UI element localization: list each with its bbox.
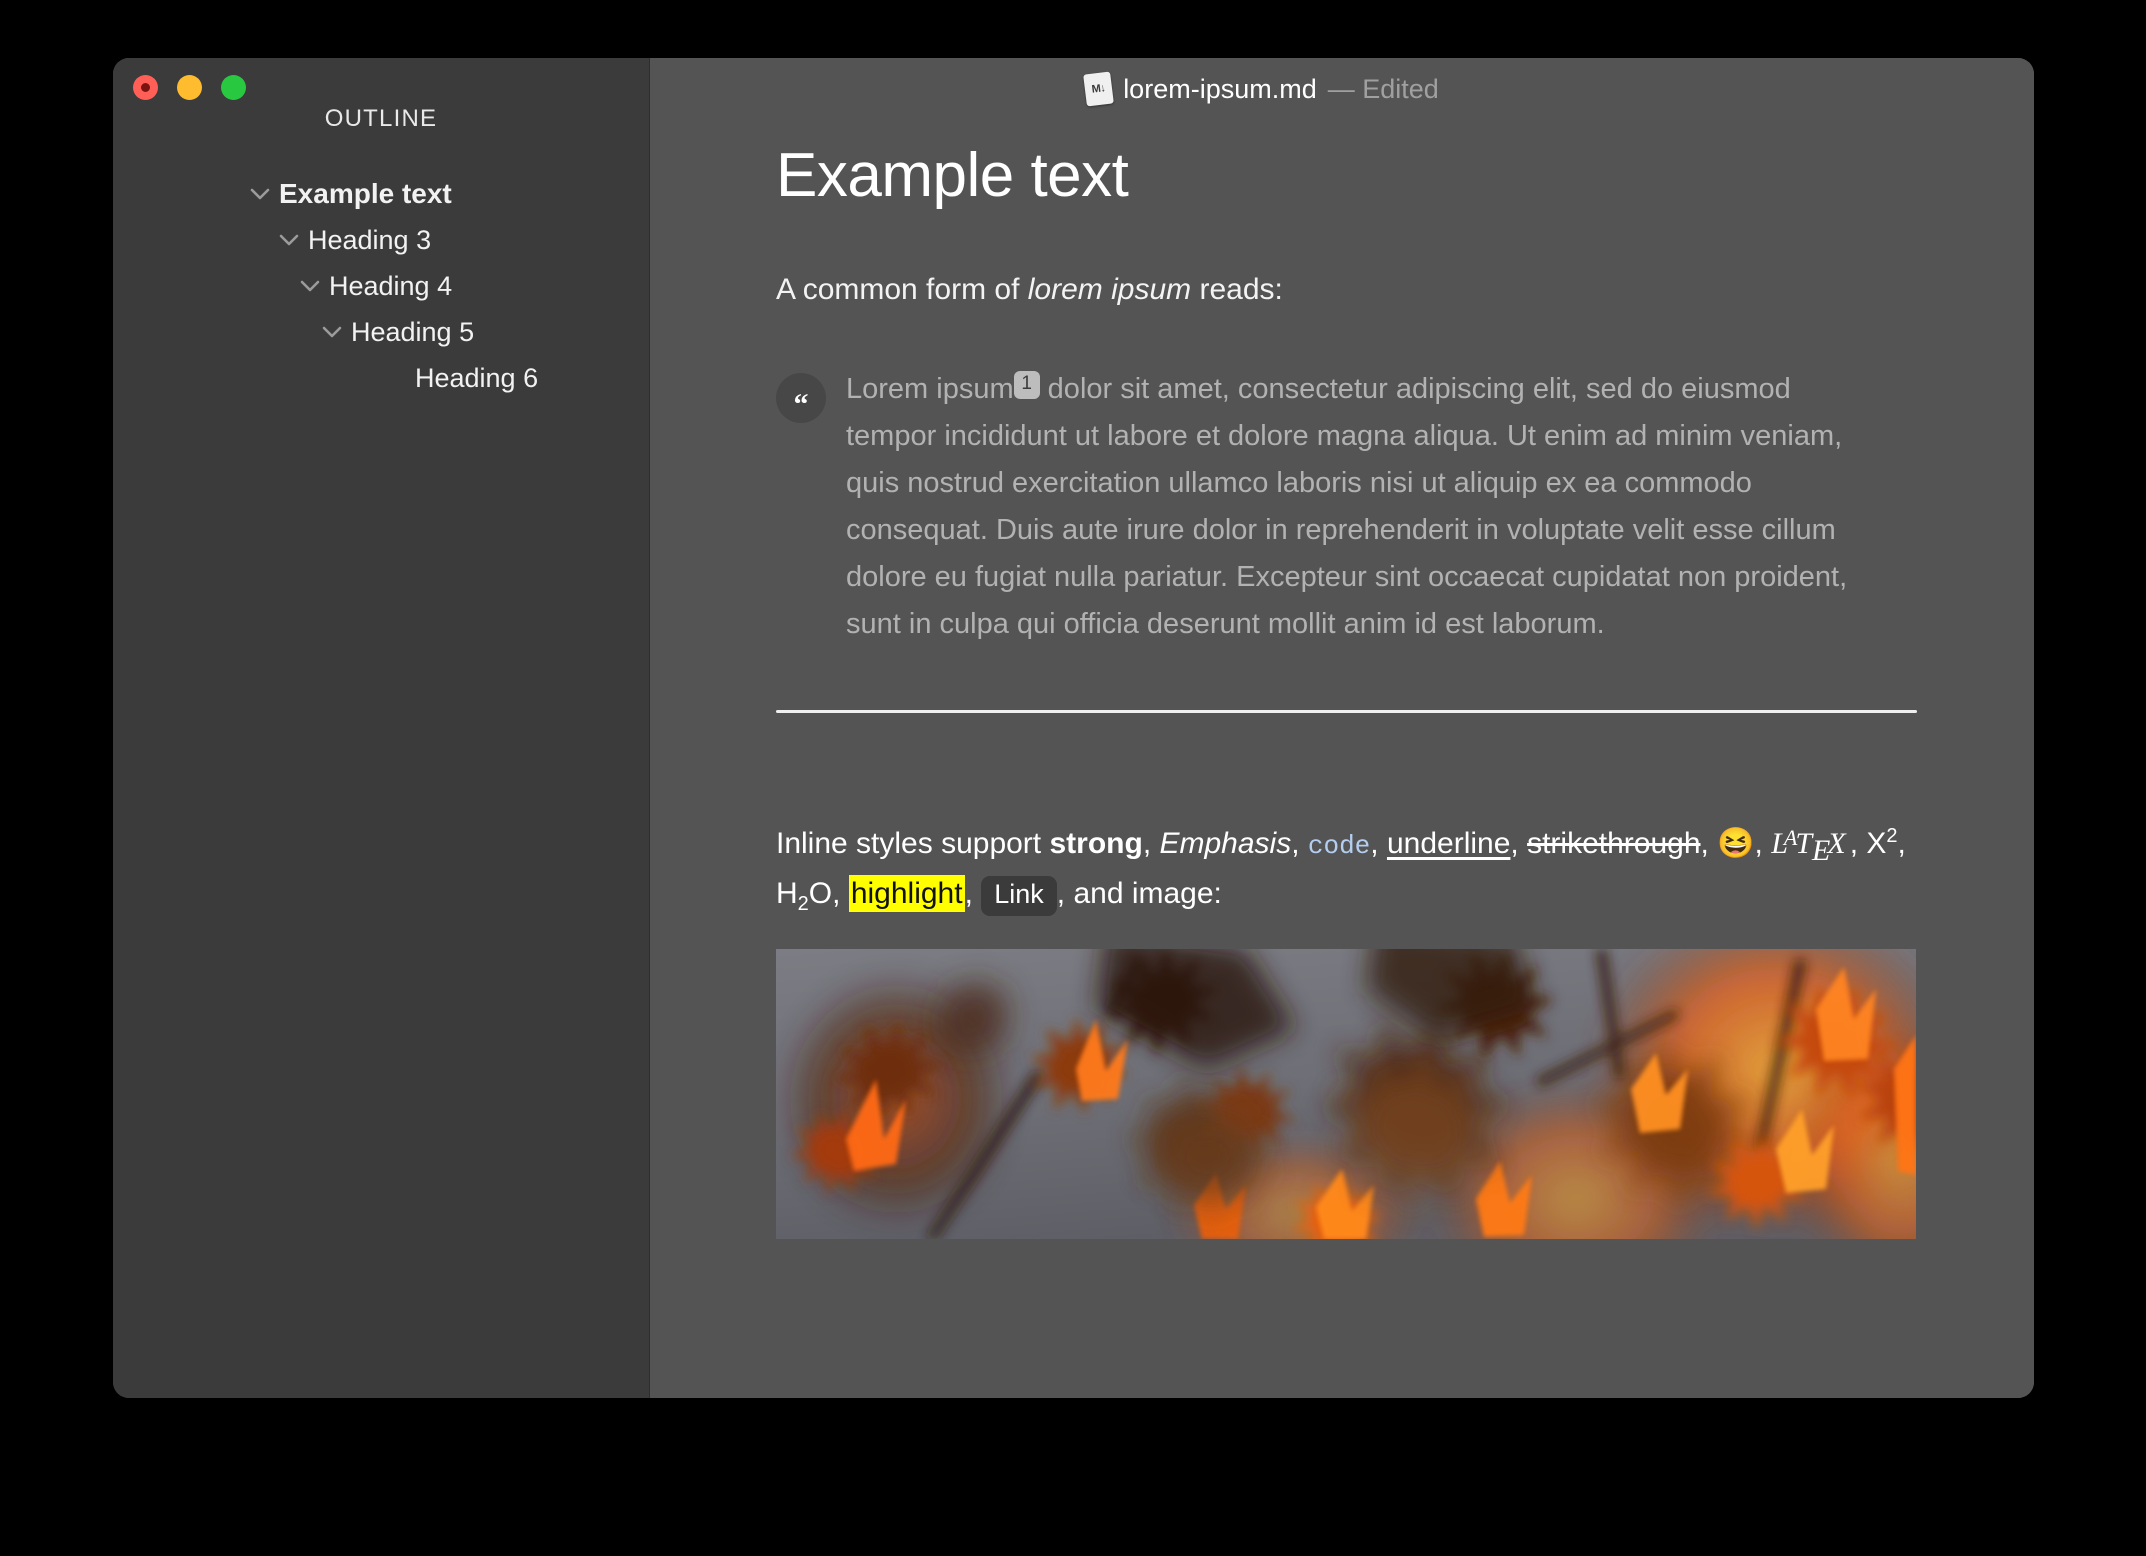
markdown-file-icon: M↓ [1083, 71, 1115, 107]
markdown-file-icon-label: M↓ [1091, 82, 1107, 96]
chevron-down-icon[interactable] [297, 280, 323, 293]
inline-sep5: , [1700, 826, 1718, 860]
app-window: OUTLINE Example text Heading 3 Heading 4 [113, 58, 2034, 1398]
superscript-base: X [1866, 826, 1887, 860]
inline-highlight: highlight [848, 874, 965, 912]
chevron-down-icon[interactable] [276, 234, 302, 247]
blockquote-part2: dolor sit amet, consectetur adipiscing e… [846, 372, 1848, 640]
blockquote: “ Lorem ipsum 1 dolor sit amet, consectet… [776, 366, 1944, 648]
footnote-badge[interactable]: 1 [1013, 371, 1040, 400]
outline-item-label: Heading 3 [308, 224, 432, 255]
chevron-down-icon[interactable] [319, 326, 345, 339]
document-filename[interactable]: lorem-ipsum.md [1123, 74, 1317, 105]
document-body[interactable]: Example text A common form of lorem ipsu… [650, 120, 2034, 1240]
page-title: Example text [776, 141, 1129, 210]
inline-strong: strong [1049, 826, 1143, 860]
inline-sep10: , [964, 876, 982, 910]
laughing-emoji-icon: 😆 [1717, 826, 1755, 860]
outline-item-label: Heading 6 [415, 362, 539, 393]
document-titlebar: M↓ lorem-ipsum.md — Edited [650, 58, 2034, 120]
outline-item-example-text[interactable]: Example text [113, 171, 649, 217]
inline-sep6: , [1754, 826, 1772, 860]
inline-sep8: , [1897, 826, 1906, 860]
inline-lead: Inline styles support [776, 826, 1050, 860]
intro-before: A common form of [776, 273, 1028, 307]
inline-link-button[interactable]: Link [981, 875, 1057, 916]
outline-sidebar: OUTLINE Example text Heading 3 Heading 4 [113, 58, 650, 1398]
subscript-number: 2 [797, 892, 809, 915]
outline-item-label: Heading 4 [329, 270, 453, 301]
window-controls [133, 75, 246, 100]
inline-strikethrough: strikethrough [1527, 826, 1701, 860]
inline-sep4: , [1510, 826, 1528, 860]
inline-sep7: , [1849, 826, 1867, 860]
horizontal-rule [776, 709, 1917, 713]
intro-after: reads: [1191, 273, 1283, 307]
chevron-placeholder-icon [383, 372, 409, 385]
superscript-exponent: 2 [1886, 824, 1898, 847]
outline-item-heading-5[interactable]: Heading 5 [113, 309, 649, 355]
quote-mark-icon: “ [776, 372, 826, 423]
autumn-leaves-image [776, 949, 1916, 1240]
intro-emphasis: lorem ipsum [1027, 273, 1192, 307]
outline-item-label: Heading 5 [351, 316, 475, 347]
document-image[interactable] [776, 949, 1916, 1240]
maximize-window-button[interactable] [221, 75, 246, 100]
inline-sep1: , [1142, 826, 1160, 860]
chevron-down-icon[interactable] [247, 188, 273, 201]
inline-code: code [1307, 830, 1371, 861]
inline-underline: underline [1386, 826, 1511, 860]
editor-pane: M↓ lorem-ipsum.md — Edited Example text … [650, 58, 2034, 1398]
subscript-o: O [808, 876, 833, 910]
close-window-button[interactable] [133, 75, 158, 100]
inline-sep3: , [1370, 826, 1387, 860]
outline-item-heading-6[interactable]: Heading 6 [113, 355, 649, 401]
intro-paragraph: A common form of lorem ipsum reads: [776, 268, 1944, 312]
inline-sep9: , [832, 876, 849, 910]
inline-emphasis: Emphasis [1159, 826, 1292, 860]
latex-logo: LATEX [1771, 825, 1849, 867]
inline-tail: , and image: [1056, 876, 1222, 910]
subscript-h: H [776, 876, 798, 910]
outline-item-heading-4[interactable]: Heading 4 [113, 263, 649, 309]
inline-sep2: , [1291, 826, 1308, 860]
blockquote-part1: Lorem ipsum [846, 372, 1014, 405]
outline-list: Example text Heading 3 Heading 4 Heading… [113, 171, 649, 401]
inline-styles-paragraph: Inline styles support strong, Emphasis , … [776, 819, 1926, 922]
minimize-window-button[interactable] [177, 75, 202, 100]
blockquote-text: Lorem ipsum 1 dolor sit amet, consectetur… [846, 366, 1876, 648]
latex-x: X [1827, 826, 1845, 860]
document-edited-status: — Edited [1327, 73, 1439, 104]
outline-item-label: Example text [279, 178, 452, 209]
outline-panel-title: OUTLINE [324, 105, 438, 132]
latex-t: T [1795, 826, 1812, 860]
outline-item-heading-3[interactable]: Heading 3 [113, 217, 649, 263]
